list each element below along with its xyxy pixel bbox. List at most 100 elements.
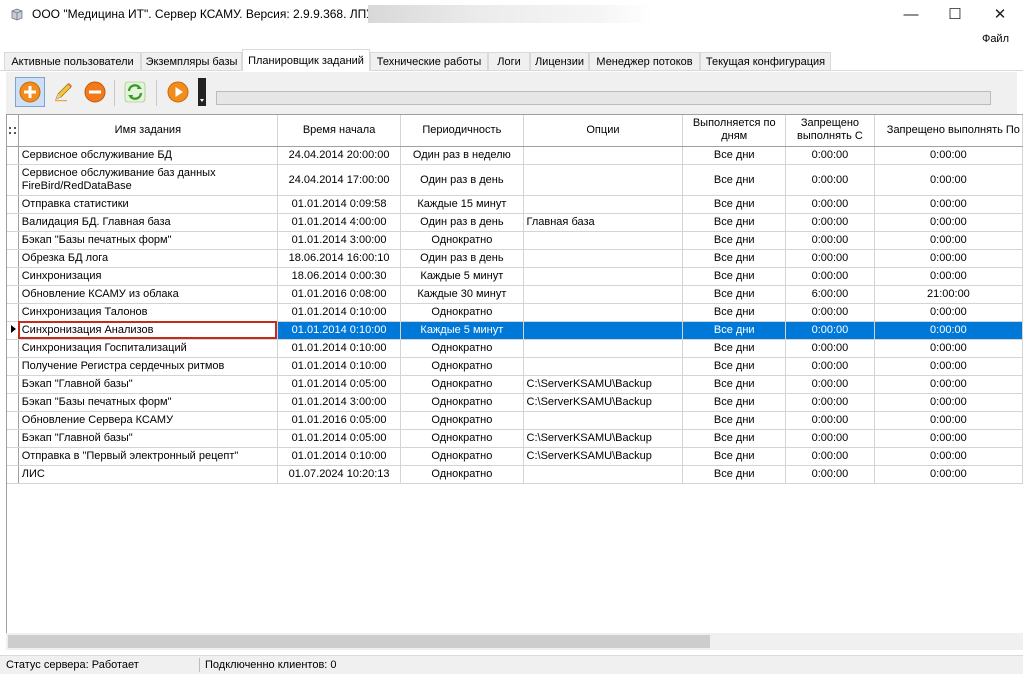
task-name-cell[interactable]: Валидация БД. Главная база <box>18 213 278 232</box>
table-row[interactable]: Синхронизация Госпитализаций 01.01.2014 0… <box>7 339 1023 358</box>
period-cell[interactable]: Каждые 15 минут <box>400 195 524 214</box>
options-cell[interactable] <box>523 231 684 250</box>
options-cell[interactable] <box>523 249 684 268</box>
tab-current-config[interactable]: Текущая конфигурация <box>700 52 831 70</box>
row-header[interactable] <box>7 213 19 232</box>
options-cell[interactable]: C:\ServerKSAMU\Backup <box>523 447 684 466</box>
forbid-from-cell[interactable]: 0:00:00 <box>785 375 875 394</box>
options-cell[interactable] <box>523 146 684 165</box>
period-cell[interactable]: Однократно <box>400 393 524 412</box>
table-row[interactable]: Обновление КСАМУ из облака 01.01.2016 0:0… <box>7 285 1023 304</box>
forbid-from-cell[interactable]: 0:00:00 <box>785 164 875 196</box>
task-name-cell[interactable]: Обрезка БД лога <box>18 249 278 268</box>
row-header[interactable] <box>7 429 19 448</box>
forbid-to-cell[interactable]: 0:00:00 <box>874 146 1023 165</box>
options-cell[interactable] <box>523 303 684 322</box>
row-header[interactable] <box>7 146 19 165</box>
table-row[interactable]: Отправка в "Первый электронный рецепт" 01… <box>7 447 1023 466</box>
forbid-to-cell[interactable]: 0:00:00 <box>874 339 1023 358</box>
days-cell[interactable]: Все дни <box>682 164 787 196</box>
tab-maintenance[interactable]: Технические работы <box>370 52 488 70</box>
days-cell[interactable]: Все дни <box>682 465 787 484</box>
days-cell[interactable]: Все дни <box>682 285 787 304</box>
table-row[interactable]: Получение Регистра сердечных ритмов 01.01… <box>7 357 1023 376</box>
row-header[interactable] <box>7 447 19 466</box>
table-row[interactable]: Бэкап "Базы печатных форм" 01.01.2014 3:0… <box>7 231 1023 250</box>
forbid-from-cell[interactable]: 0:00:00 <box>785 321 875 340</box>
close-button[interactable]: ✕ <box>977 0 1023 28</box>
tab-task-scheduler[interactable]: Планировщик заданий <box>242 49 370 71</box>
forbid-from-cell[interactable]: 0:00:00 <box>785 303 875 322</box>
forbid-from-cell[interactable]: 0:00:00 <box>785 231 875 250</box>
forbid-from-cell[interactable]: 0:00:00 <box>785 195 875 214</box>
tab-licenses[interactable]: Лицензии <box>530 52 589 70</box>
forbid-to-cell[interactable]: 0:00:00 <box>874 231 1023 250</box>
forbid-from-cell[interactable]: 6:00:00 <box>785 285 875 304</box>
start-time-cell[interactable]: 01.01.2014 0:10:00 <box>277 321 402 340</box>
row-header[interactable] <box>7 321 19 340</box>
days-cell[interactable]: Все дни <box>682 231 787 250</box>
days-cell[interactable]: Все дни <box>682 429 787 448</box>
column-header-options[interactable]: Опции <box>523 115 684 147</box>
row-header[interactable] <box>7 231 19 250</box>
forbid-to-cell[interactable]: 0:00:00 <box>874 303 1023 322</box>
days-cell[interactable]: Все дни <box>682 447 787 466</box>
start-time-cell[interactable]: 18.06.2014 16:00:10 <box>277 249 402 268</box>
days-cell[interactable]: Все дни <box>682 411 787 430</box>
options-cell[interactable] <box>523 195 684 214</box>
task-name-cell[interactable]: Бэкап "Базы печатных форм" <box>18 231 278 250</box>
column-header-period[interactable]: Периодичность <box>400 115 524 147</box>
options-cell[interactable] <box>523 339 684 358</box>
maximize-button[interactable]: ☐ <box>932 0 978 28</box>
period-cell[interactable]: Однократно <box>400 357 524 376</box>
start-time-cell[interactable]: 01.01.2016 0:08:00 <box>277 285 402 304</box>
row-header[interactable] <box>7 267 19 286</box>
forbid-to-cell[interactable]: 0:00:00 <box>874 429 1023 448</box>
period-cell[interactable]: Каждые 5 минут <box>400 321 524 340</box>
forbid-from-cell[interactable]: 0:00:00 <box>785 146 875 165</box>
tab-thread-manager[interactable]: Менеджер потоков <box>589 52 700 70</box>
period-cell[interactable]: Однократно <box>400 447 524 466</box>
forbid-to-cell[interactable]: 0:00:00 <box>874 195 1023 214</box>
start-time-cell[interactable]: 01.01.2014 4:00:00 <box>277 213 402 232</box>
forbid-to-cell[interactable]: 0:00:00 <box>874 321 1023 340</box>
days-cell[interactable]: Все дни <box>682 213 787 232</box>
forbid-to-cell[interactable]: 0:00:00 <box>874 447 1023 466</box>
task-name-cell[interactable]: Получение Регистра сердечных ритмов <box>18 357 278 376</box>
forbid-from-cell[interactable]: 0:00:00 <box>785 267 875 286</box>
options-cell[interactable]: C:\ServerKSAMU\Backup <box>523 375 684 394</box>
task-name-cell[interactable]: Отправка статистики <box>18 195 278 214</box>
remove-task-button[interactable] <box>80 77 110 107</box>
table-row[interactable]: Синхронизация 18.06.2014 0:00:30 Каждые 5 … <box>7 267 1023 286</box>
period-cell[interactable]: Однократно <box>400 339 524 358</box>
days-cell[interactable]: Все дни <box>682 339 787 358</box>
table-row[interactable]: Обновление Сервера КСАМУ 01.01.2016 0:05:… <box>7 411 1023 430</box>
start-time-cell[interactable]: 01.01.2014 3:00:00 <box>277 393 402 412</box>
table-row[interactable]: Бэкап "Базы печатных форм" 01.01.2014 3:0… <box>7 393 1023 412</box>
column-header-forbid-to[interactable]: Запрещено выполнять По <box>874 115 1023 147</box>
forbid-to-cell[interactable]: 0:00:00 <box>874 213 1023 232</box>
row-header[interactable] <box>7 285 19 304</box>
task-name-cell[interactable]: Отправка в "Первый электронный рецепт" <box>18 447 278 466</box>
row-header[interactable] <box>7 249 19 268</box>
options-cell[interactable] <box>523 321 684 340</box>
task-name-cell[interactable]: Бэкап "Главной базы" <box>18 429 278 448</box>
days-cell[interactable]: Все дни <box>682 375 787 394</box>
period-cell[interactable]: Один раз в день <box>400 249 524 268</box>
table-row[interactable]: Обрезка БД лога 18.06.2014 16:00:10 Один р… <box>7 249 1023 268</box>
forbid-from-cell[interactable]: 0:00:00 <box>785 465 875 484</box>
column-chooser[interactable] <box>7 115 19 147</box>
forbid-from-cell[interactable]: 0:00:00 <box>785 249 875 268</box>
row-header[interactable] <box>7 195 19 214</box>
options-cell[interactable] <box>523 465 684 484</box>
period-cell[interactable]: Один раз в неделю <box>400 146 524 165</box>
options-cell[interactable] <box>523 267 684 286</box>
task-name-cell[interactable]: Синхронизация <box>18 267 278 286</box>
days-cell[interactable]: Все дни <box>682 303 787 322</box>
run-options-dropdown[interactable] <box>198 78 206 106</box>
task-name-cell[interactable]: Синхронизация Анализов <box>18 321 278 340</box>
forbid-from-cell[interactable]: 0:00:00 <box>785 339 875 358</box>
task-name-cell[interactable]: Сервисное обслуживание баз данных FireBi… <box>18 164 278 196</box>
menu-file[interactable]: Файл <box>982 33 1009 45</box>
start-time-cell[interactable]: 01.01.2014 0:10:00 <box>277 447 402 466</box>
